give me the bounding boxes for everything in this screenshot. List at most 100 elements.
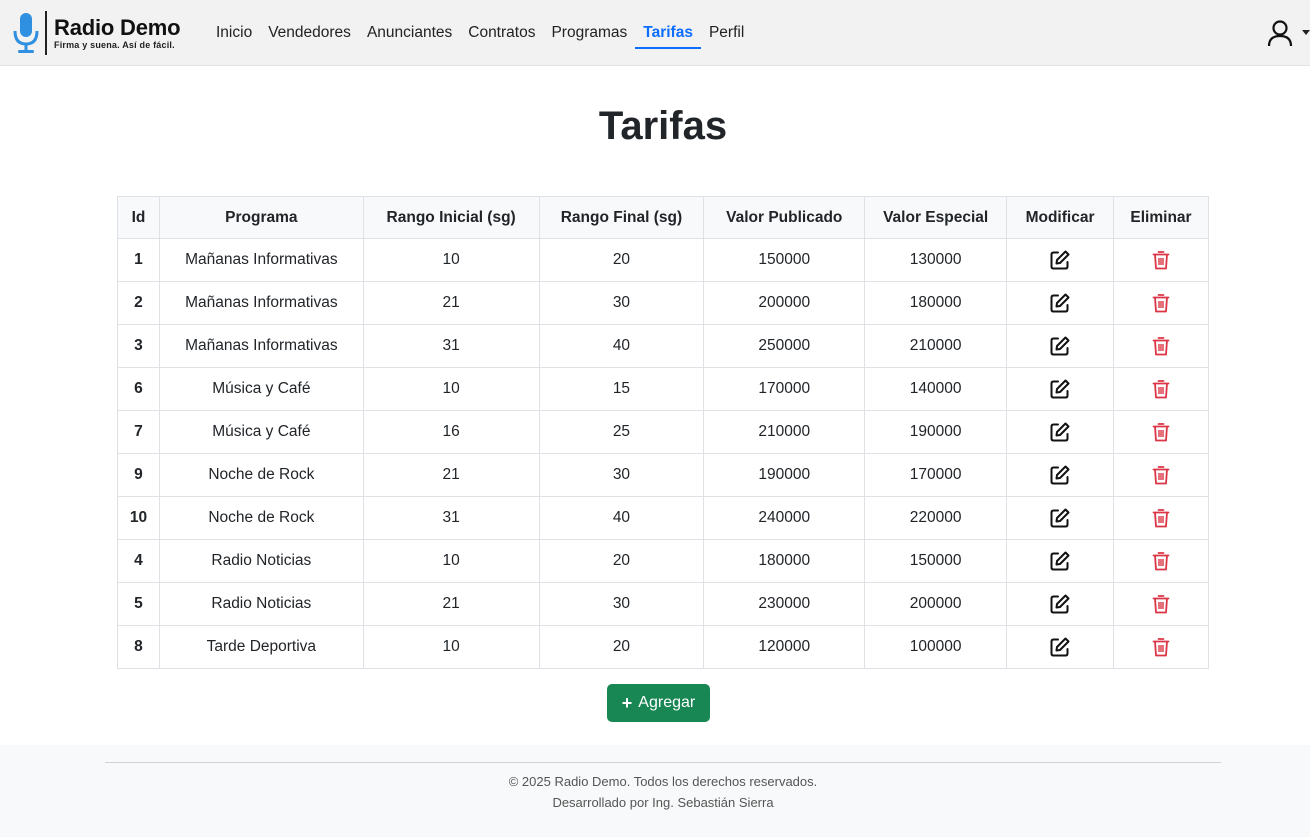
- header-rango-final: Rango Final (sg): [538, 196, 705, 239]
- header-valor-publicado: Valor Publicado: [703, 196, 866, 239]
- cell-modificar: [1006, 238, 1114, 282]
- trash-icon[interactable]: [1150, 464, 1172, 486]
- cell-rango-final: 40: [538, 496, 705, 540]
- cell-rango-inicial: 21: [362, 281, 540, 325]
- brand-tagline: Firma y suena. Así de fácil.: [54, 40, 175, 50]
- trash-icon[interactable]: [1150, 421, 1172, 443]
- cell-valor-especial: 210000: [864, 324, 1008, 368]
- cell-rango-inicial: 21: [362, 582, 540, 626]
- trash-icon[interactable]: [1150, 550, 1172, 572]
- cell-id: 3: [117, 324, 160, 368]
- nav-link-contratos[interactable]: Contratos: [460, 19, 543, 47]
- person-icon[interactable]: [1266, 19, 1294, 47]
- cell-valor-especial: 140000: [864, 367, 1008, 411]
- cell-rango-inicial: 31: [362, 324, 540, 368]
- nav-link-inicio[interactable]: Inicio: [208, 19, 260, 47]
- trash-icon[interactable]: [1150, 292, 1172, 314]
- cell-programa: Noche de Rock: [158, 496, 364, 540]
- cell-valor-publicado: 190000: [703, 453, 866, 497]
- table-row: 2 Mañanas Informativas 21 30 200000 180000: [117, 281, 1209, 325]
- user-menu-caret-icon[interactable]: [1302, 30, 1310, 35]
- microphone-icon: [12, 11, 40, 55]
- cell-modificar: [1006, 453, 1114, 497]
- cell-modificar: [1006, 281, 1114, 325]
- cell-id: 2: [117, 281, 160, 325]
- edit-icon[interactable]: [1049, 550, 1071, 572]
- trash-icon[interactable]: [1150, 378, 1172, 400]
- cell-valor-especial: 180000: [864, 281, 1008, 325]
- cell-valor-publicado: 150000: [703, 238, 866, 282]
- edit-icon[interactable]: [1049, 464, 1071, 486]
- cell-modificar: [1006, 367, 1114, 411]
- cell-id: 7: [117, 410, 160, 454]
- cell-valor-especial: 220000: [864, 496, 1008, 540]
- cell-programa: Mañanas Informativas: [158, 238, 364, 282]
- top-navbar: Radio Demo Firma y suena. Así de fácil. …: [0, 0, 1310, 66]
- trash-icon[interactable]: [1150, 507, 1172, 529]
- nav-link-perfil[interactable]: Perfil: [701, 19, 752, 47]
- brand-logo[interactable]: Radio Demo Firma y suena. Así de fácil.: [12, 10, 181, 56]
- trash-icon[interactable]: [1150, 335, 1172, 357]
- nav-link-anunciantes[interactable]: Anunciantes: [359, 19, 460, 47]
- edit-icon[interactable]: [1049, 636, 1071, 658]
- cell-eliminar: [1113, 496, 1209, 540]
- cell-modificar: [1006, 582, 1114, 626]
- edit-icon[interactable]: [1049, 249, 1071, 271]
- table-row: 5 Radio Noticias 21 30 230000 200000: [117, 582, 1209, 626]
- cell-rango-inicial: 10: [362, 238, 540, 282]
- cell-valor-especial: 150000: [864, 539, 1008, 583]
- cell-rango-inicial: 10: [362, 625, 540, 669]
- nav-link-tarifas[interactable]: Tarifas: [635, 19, 701, 49]
- trash-icon[interactable]: [1150, 593, 1172, 615]
- cell-id: 4: [117, 539, 160, 583]
- cell-rango-inicial: 10: [362, 367, 540, 411]
- cell-valor-especial: 170000: [864, 453, 1008, 497]
- cell-modificar: [1006, 496, 1114, 540]
- cell-valor-publicado: 170000: [703, 367, 866, 411]
- page-title: Tarifas: [598, 104, 728, 148]
- header-eliminar: Eliminar: [1113, 196, 1209, 239]
- cell-valor-especial: 190000: [864, 410, 1008, 454]
- trash-icon[interactable]: [1150, 249, 1172, 271]
- cell-rango-final: 20: [538, 539, 705, 583]
- cell-programa: Radio Noticias: [158, 582, 364, 626]
- edit-icon[interactable]: [1049, 421, 1071, 443]
- cell-id: 1: [117, 238, 160, 282]
- cell-id: 5: [117, 582, 160, 626]
- cell-modificar: [1006, 539, 1114, 583]
- table-row: 9 Noche de Rock 21 30 190000 170000: [117, 453, 1209, 497]
- header-id: Id: [117, 196, 160, 239]
- edit-icon[interactable]: [1049, 335, 1071, 357]
- edit-icon[interactable]: [1049, 593, 1071, 615]
- cell-eliminar: [1113, 410, 1209, 454]
- table-row: 3 Mañanas Informativas 31 40 250000 210000: [117, 324, 1209, 368]
- add-rate-button[interactable]: + Agregar: [607, 684, 710, 722]
- nav-link-vendedores[interactable]: Vendedores: [260, 19, 359, 47]
- cell-eliminar: [1113, 367, 1209, 411]
- edit-icon[interactable]: [1049, 292, 1071, 314]
- table-row: 6 Música y Café 10 15 170000 140000: [117, 367, 1209, 411]
- footer-copyright: © 2025 Radio Demo. Todos los derechos re…: [508, 774, 818, 789]
- edit-icon[interactable]: [1049, 378, 1071, 400]
- cell-rango-final: 40: [538, 324, 705, 368]
- cell-rango-final: 25: [538, 410, 705, 454]
- cell-id: 6: [117, 367, 160, 411]
- plus-icon: +: [621, 693, 633, 713]
- trash-icon[interactable]: [1150, 636, 1172, 658]
- cell-valor-publicado: 230000: [703, 582, 866, 626]
- footer-divider: [105, 762, 1221, 763]
- cell-programa: Mañanas Informativas: [158, 324, 364, 368]
- nav-link-programas[interactable]: Programas: [543, 19, 635, 47]
- cell-eliminar: [1113, 582, 1209, 626]
- edit-icon[interactable]: [1049, 507, 1071, 529]
- header-valor-especial: Valor Especial: [864, 196, 1008, 239]
- cell-valor-especial: 130000: [864, 238, 1008, 282]
- cell-rango-inicial: 10: [362, 539, 540, 583]
- add-button-label: Agregar: [638, 694, 696, 711]
- cell-eliminar: [1113, 281, 1209, 325]
- cell-programa: Radio Noticias: [158, 539, 364, 583]
- nav-links: Inicio Vendedores Anunciantes Contratos …: [208, 0, 752, 66]
- cell-rango-inicial: 31: [362, 496, 540, 540]
- rates-table: Id Programa Rango Inicial (sg) Rango Fin…: [117, 196, 1209, 669]
- cell-modificar: [1006, 410, 1114, 454]
